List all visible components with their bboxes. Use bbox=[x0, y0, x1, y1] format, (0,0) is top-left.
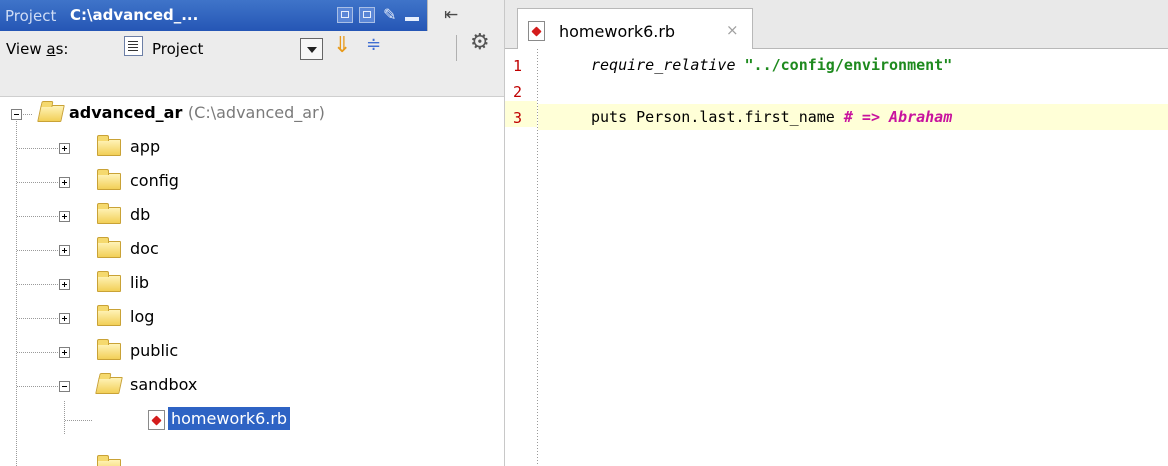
tree-connector bbox=[17, 318, 59, 319]
tree-item-db[interactable]: db bbox=[0, 199, 504, 233]
tree-root-row[interactable]: advanced_ar (C:\advanced_ar) bbox=[0, 97, 504, 131]
close-tab-icon[interactable]: × bbox=[726, 21, 739, 39]
toolbar-divider bbox=[456, 35, 457, 61]
expand-icon[interactable] bbox=[59, 279, 70, 290]
code-line-1[interactable]: require_relative "../config/environment" bbox=[538, 52, 1168, 78]
code-editor: homework6.rb × 1 2 3 require_relative ".… bbox=[505, 0, 1168, 466]
code-area[interactable]: require_relative "../config/environment"… bbox=[538, 49, 1168, 466]
gear-icon[interactable]: ⚙ bbox=[470, 30, 490, 55]
tree-connector bbox=[65, 420, 93, 421]
tree-item-label: config bbox=[130, 171, 179, 190]
tree-item-label: doc bbox=[130, 239, 159, 258]
expand-icon[interactable] bbox=[59, 245, 70, 256]
tab-label: homework6.rb bbox=[559, 22, 676, 41]
tree-item-sandbox[interactable]: sandbox bbox=[0, 369, 504, 403]
project-tree: advanced_ar (C:\advanced_ar) app config … bbox=[0, 97, 504, 466]
collapse-root-icon[interactable] bbox=[11, 109, 22, 120]
expand-icon[interactable] bbox=[59, 143, 70, 154]
collapse-icon[interactable] bbox=[59, 381, 70, 392]
folder-icon bbox=[97, 135, 121, 156]
line-number-gutter: 1 2 3 bbox=[505, 49, 537, 466]
view-mode-dropdown-button[interactable] bbox=[300, 38, 323, 60]
expand-icon[interactable] bbox=[59, 177, 70, 188]
line-number: 3 bbox=[513, 109, 523, 127]
code-string: "../config/environment" bbox=[744, 56, 953, 74]
tree-connector bbox=[17, 284, 59, 285]
panel-title-label: Project bbox=[5, 7, 57, 25]
tree-connector bbox=[17, 182, 59, 183]
project-panel-titlebar[interactable]: Project C:\advanced_... ✎ ⇤ bbox=[0, 0, 504, 31]
code-keyword: require_relative bbox=[591, 56, 736, 74]
ruby-file-icon bbox=[148, 410, 165, 430]
panel-title-path: C:\advanced_... bbox=[70, 6, 199, 24]
tree-root-label: advanced_ar (C:\advanced_ar) bbox=[69, 103, 325, 122]
folder-icon bbox=[97, 305, 121, 326]
selected-file-label: homework6.rb bbox=[168, 407, 291, 430]
folder-open-icon bbox=[95, 377, 123, 394]
tree-item-label: db bbox=[130, 205, 151, 224]
tree-item-label: log bbox=[130, 307, 155, 326]
folder-icon bbox=[97, 237, 121, 258]
folder-icon bbox=[97, 169, 121, 190]
tree-item-log[interactable]: log bbox=[0, 301, 504, 335]
expand-icon[interactable] bbox=[59, 211, 70, 222]
tree-connector bbox=[17, 216, 59, 217]
float-mode-icon[interactable] bbox=[337, 7, 353, 23]
scroll-from-source-icon[interactable]: ⇓ bbox=[333, 33, 351, 58]
project-toolbar bbox=[0, 31, 504, 97]
tree-item-label: sandbox bbox=[130, 375, 198, 394]
folder-icon bbox=[97, 339, 121, 360]
folder-icon bbox=[97, 271, 121, 292]
editor-tabstrip: homework6.rb × bbox=[505, 0, 1168, 49]
line-number: 1 bbox=[513, 57, 523, 75]
view-as-label: View as: bbox=[6, 40, 69, 58]
tree-item-app[interactable]: app bbox=[0, 131, 504, 165]
tree-item-homework6[interactable]: homework6.rb bbox=[0, 403, 504, 437]
tree-item-public[interactable]: public bbox=[0, 335, 504, 369]
tree-connector bbox=[17, 148, 59, 149]
collapse-all-icon[interactable]: ≑ bbox=[366, 34, 381, 55]
dock-mode-icon[interactable] bbox=[359, 7, 375, 23]
tree-item-doc[interactable]: doc bbox=[0, 233, 504, 267]
title-spacer bbox=[427, 0, 504, 31]
tree-item-lib[interactable]: lib bbox=[0, 267, 504, 301]
pin-icon[interactable]: ✎ bbox=[383, 5, 396, 24]
code-text: puts Person.last.first_name bbox=[591, 108, 844, 126]
tree-connector bbox=[17, 352, 59, 353]
tree-item-label: public bbox=[130, 341, 179, 360]
expand-icon[interactable] bbox=[59, 313, 70, 324]
code-line-3[interactable]: puts Person.last.first_name # => Abraham bbox=[538, 104, 1168, 130]
tree-connector bbox=[23, 114, 33, 115]
minimize-icon[interactable] bbox=[405, 17, 419, 21]
line-number: 2 bbox=[513, 83, 523, 101]
folder-open-icon bbox=[37, 105, 65, 122]
ruby-file-icon bbox=[528, 21, 545, 41]
project-view-icon bbox=[124, 36, 143, 56]
hide-panel-icon[interactable]: ⇤ bbox=[444, 5, 458, 25]
folder-icon bbox=[97, 203, 121, 224]
tree-connector bbox=[17, 250, 59, 251]
editor-tab-homework6[interactable]: homework6.rb × bbox=[517, 8, 753, 49]
code-line-2[interactable] bbox=[538, 78, 1168, 104]
view-mode-label: Project bbox=[152, 40, 204, 58]
expand-icon[interactable] bbox=[59, 347, 70, 358]
code-comment: # => Abraham bbox=[843, 108, 953, 126]
tree-item-label: app bbox=[130, 137, 161, 156]
tree-item-config[interactable]: config bbox=[0, 165, 504, 199]
tree-connector bbox=[17, 386, 59, 387]
folder-icon bbox=[97, 455, 121, 466]
tree-item-label: lib bbox=[130, 273, 150, 292]
project-panel: Project C:\advanced_... ✎ ⇤ View as: Pro… bbox=[0, 0, 505, 466]
